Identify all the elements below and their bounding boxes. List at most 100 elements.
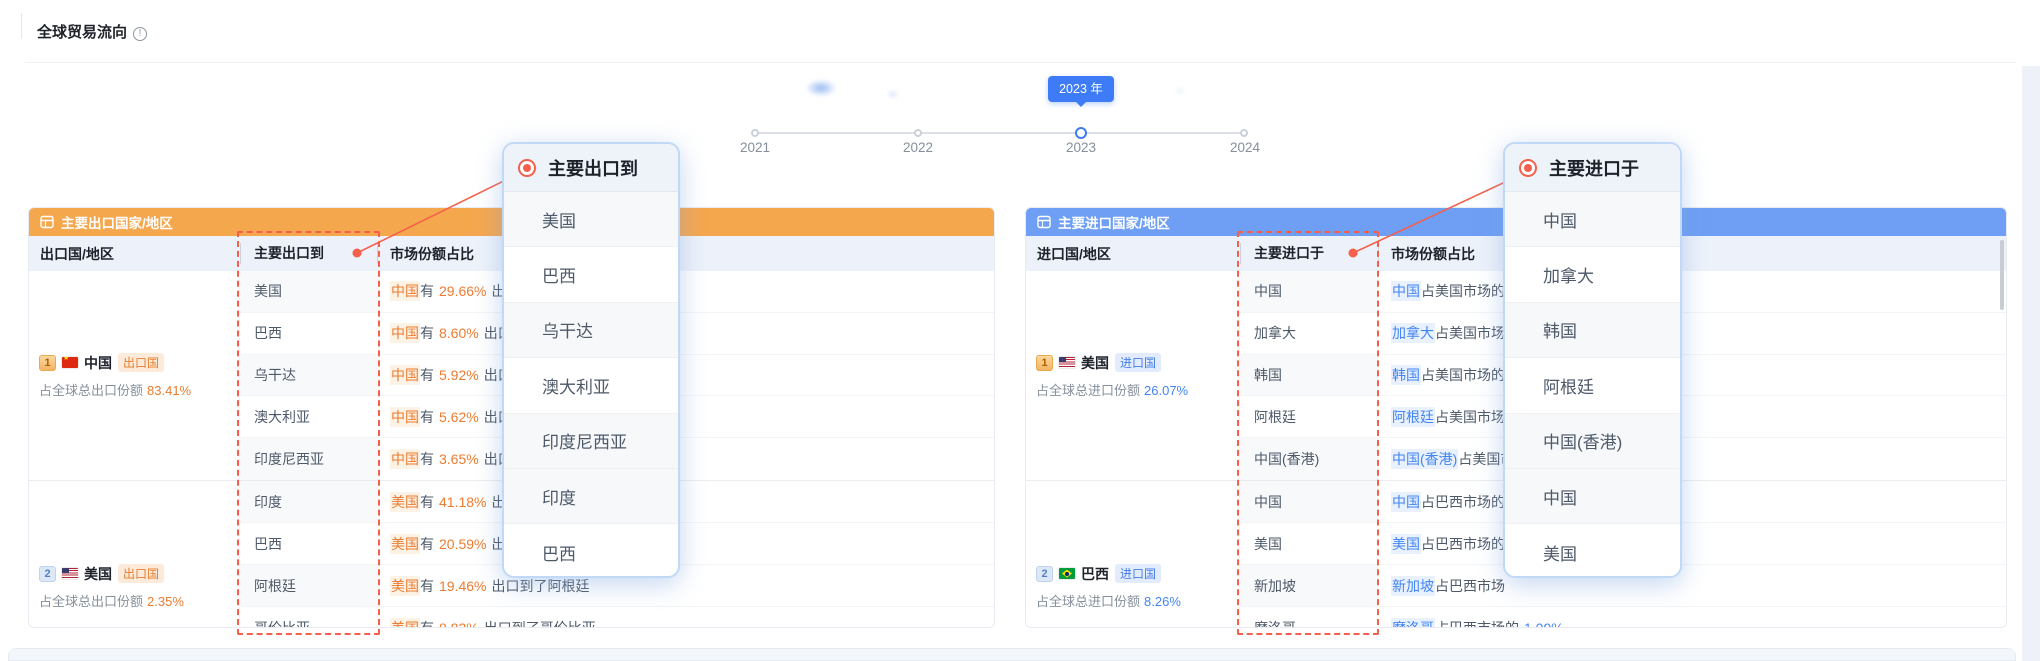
tail-text: 占巴西市场的 — [1421, 492, 1505, 512]
share-cell: 韩国占美国市场的 — [1379, 355, 2006, 396]
rank-badge: 1 — [1036, 355, 1053, 371]
dest-cell: 澳大利亚 — [240, 396, 378, 437]
mid-text: 有 — [420, 323, 434, 343]
pct-value: 19.46% — [439, 578, 486, 594]
src-country: 中国 — [1391, 281, 1421, 301]
trade-flow-panel: 全球贸易流向! 2021 2022 2023 2024 2023 年 主要出口国… — [0, 0, 2040, 661]
dest-cell: 阿根廷 — [240, 565, 378, 606]
popover-item[interactable]: 澳大利亚 — [504, 358, 678, 413]
page-title: 全球贸易流向! — [37, 21, 147, 42]
importer-cell: 2 巴西 进口国 占全球总进口份额8.26% — [1026, 481, 1240, 628]
tail-text: 占美国市场 — [1435, 407, 1505, 427]
share-cell: 中国有29.66%出口到了美国 — [378, 271, 994, 312]
col-import-from: 主要进口于 — [1240, 236, 1379, 271]
src-country: 中国 — [390, 449, 420, 469]
share-label: 占全球总进口份额 — [1036, 383, 1140, 398]
importer-tag: 进口国 — [1115, 353, 1161, 372]
mid-text: 有 — [420, 449, 434, 469]
src-country: 美国 — [390, 618, 420, 628]
rank-badge: 1 — [39, 355, 56, 371]
rank-badge: 2 — [39, 566, 56, 582]
dest-cell: 巴西 — [240, 313, 378, 354]
target-icon — [1519, 159, 1537, 177]
share-cell: 摩洛哥占巴西市场的1.09% — [1379, 607, 2006, 628]
target-icon — [518, 159, 536, 177]
importer-tag: 进口国 — [1115, 564, 1161, 583]
src-country: 美国 — [1391, 534, 1421, 554]
popover-item[interactable]: 中国 — [1505, 469, 1680, 524]
tail-text: 占美国市场 — [1435, 323, 1505, 343]
mid-text: 有 — [420, 365, 434, 385]
popover-item[interactable]: 巴西 — [504, 247, 678, 302]
exporter-cell: 1 中国 出口国 占全球总出口份额83.41% — [29, 271, 240, 480]
popover-item[interactable]: 韩国 — [1505, 303, 1680, 358]
share-value: 8.26% — [1144, 594, 1181, 609]
popover-item[interactable]: 巴西 — [504, 524, 678, 578]
import-table-title: 主要进口国家/地区 — [1058, 212, 1170, 232]
src-country: 中国 — [390, 407, 420, 427]
brazil-flag-icon — [1059, 568, 1075, 579]
watermark-blob — [806, 80, 836, 96]
table-scrollbar-thumb[interactable] — [2000, 240, 2004, 310]
next-section-card-edge — [8, 648, 2016, 661]
share-cell: 新加坡占巴西市场 — [1379, 565, 2006, 606]
watermark-blob — [1176, 88, 1184, 94]
page-scrollbar-track[interactable] — [2022, 66, 2040, 661]
src-cell: 新加坡 — [1240, 565, 1379, 606]
export-table-title: 主要出口国家/地区 — [61, 212, 173, 232]
dest-cell: 巴西 — [240, 523, 378, 564]
exporter-tag: 出口国 — [118, 353, 164, 372]
pct-value: 1.09% — [1524, 620, 1564, 628]
table-row: 哥伦比亚 美国有8.82%出口到了哥伦比亚 — [240, 607, 994, 628]
year-stop-2021[interactable] — [751, 129, 759, 137]
popover-item[interactable]: 印度 — [504, 469, 678, 524]
year-stop-2024[interactable] — [1240, 129, 1248, 137]
country-name: 美国 — [1081, 353, 1109, 373]
popover-item[interactable]: 印度尼西亚 — [504, 414, 678, 469]
col-importer: 进口国/地区 — [1026, 244, 1240, 264]
page-title-text: 全球贸易流向 — [37, 24, 127, 41]
year-label: 2021 — [720, 140, 790, 155]
src-country: 中国 — [1391, 492, 1421, 512]
country-name: 美国 — [84, 564, 112, 584]
popover-item[interactable]: 美国 — [1505, 524, 1680, 578]
share-label: 占全球总进口份额 — [1036, 594, 1140, 609]
src-country: 中国 — [390, 281, 420, 301]
us-flag-icon — [62, 568, 78, 579]
tail-text: 出口到了阿根廷 — [491, 576, 589, 596]
year-label: 2022 — [883, 140, 953, 155]
popover-item[interactable]: 加拿大 — [1505, 247, 1680, 302]
src-country: 中国(香港) — [1391, 449, 1458, 469]
popover-item[interactable]: 乌干达 — [504, 303, 678, 358]
popover-item[interactable]: 中国(香港) — [1505, 414, 1680, 469]
share-cell: 美国占巴西市场的 — [1379, 523, 2006, 564]
importer-cell: 1 美国 进口国 占全球总进口份额26.07% — [1026, 271, 1240, 480]
info-icon[interactable]: ! — [133, 27, 147, 41]
year-tooltip: 2023 年 — [1048, 76, 1114, 102]
src-cell: 美国 — [1240, 523, 1379, 564]
share-cell: 美国有8.82%出口到了哥伦比亚 — [378, 607, 994, 628]
popover-item[interactable]: 中国 — [1505, 192, 1680, 247]
pct-value: 41.18% — [439, 494, 486, 510]
share-label: 占全球总出口份额 — [39, 383, 143, 398]
popover-item[interactable]: 美国 — [504, 192, 678, 247]
share-cell: 中国占巴西市场的 — [1379, 481, 2006, 522]
share-value: 2.35% — [147, 594, 184, 609]
year-stop-2022[interactable] — [914, 129, 922, 137]
table-list-icon — [1037, 215, 1051, 229]
pct-value: 8.82% — [439, 620, 479, 628]
year-slider-track[interactable] — [755, 132, 1245, 134]
tail-text: 出口到了哥伦比亚 — [484, 618, 596, 628]
mid-text: 有 — [420, 407, 434, 427]
col-market-share: 市场份额占比 — [1379, 244, 2006, 264]
year-slider-handle[interactable] — [1075, 127, 1087, 139]
rank-badge: 2 — [1036, 566, 1053, 582]
src-cell: 加拿大 — [1240, 313, 1379, 354]
pct-value: 20.59% — [439, 536, 486, 552]
popover-header: 主要进口于 — [1505, 144, 1680, 192]
table-list-icon — [40, 215, 54, 229]
share-cell: 中国有8.60%出口到了巴西 — [378, 313, 994, 354]
share-cell: 中国占美国市场的 — [1379, 271, 2006, 312]
popover-item[interactable]: 阿根廷 — [1505, 358, 1680, 413]
export-to-popover: 主要出口到 美国 巴西 乌干达 澳大利亚 印度尼西亚 印度 巴西 — [502, 142, 680, 578]
